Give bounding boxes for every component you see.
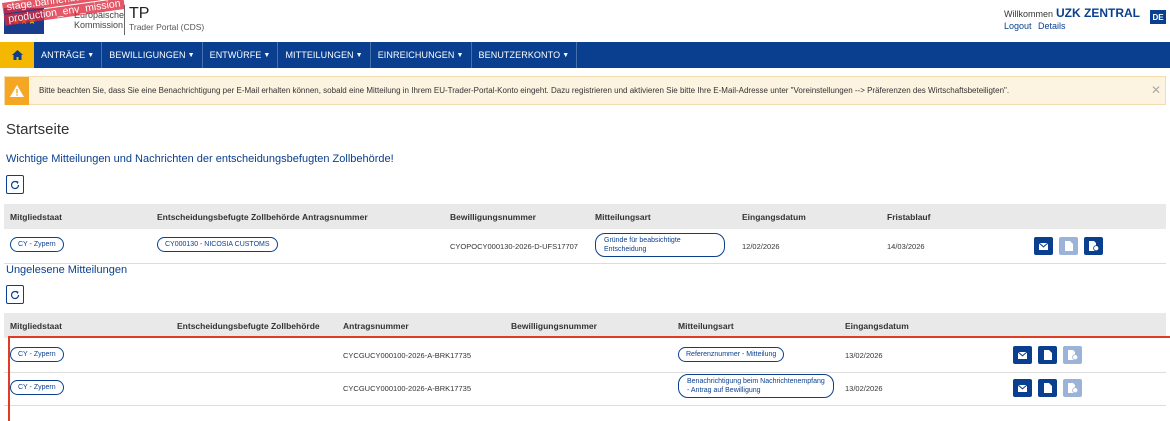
message-type-badge: Benachrichtigung beim Nachrichtenempfang… [678,374,834,398]
view-document-button[interactable] [1038,346,1057,364]
caret-down-icon: ▼ [562,51,570,59]
message-type-badge: Referenznummer - Mitteilung [678,347,785,362]
refresh-button[interactable] [6,175,24,194]
member-state-badge: CY - Zypern [10,347,64,362]
nav-einreichungen[interactable]: EINREICHUNGEN ▼ [371,42,472,68]
app-title: TP Trader Portal (CDS) [124,5,204,35]
warning-icon [5,76,29,105]
nav-antraege[interactable]: ANTRÄGE ▼ [34,42,103,68]
column-header: Bewilligungsnummer [511,321,597,331]
open-message-button[interactable] [1034,237,1053,255]
caret-down-icon: ▼ [187,51,195,59]
nav-label: ENTWÜRFE [209,50,262,60]
member-state-badge: CY - Zypern [10,380,64,395]
close-icon[interactable]: ✕ [1151,83,1161,97]
table-row[interactable]: CY - Zypern CY000130 - NICOSIA CUSTOMS C… [4,229,1166,264]
logout-link[interactable]: Logout [1004,21,1032,31]
email-notification-alert: Bitte beachten Sie, dass Sie eine Benach… [4,76,1166,105]
document-icon [1043,383,1052,393]
column-header: Entscheidungsbefugte Zollbehörde [157,212,300,222]
details-link[interactable]: Details [1038,21,1066,31]
app-subtitle: Trader Portal (CDS) [129,22,205,32]
document-icon [1043,350,1052,360]
language-selector[interactable]: DE [1150,10,1166,24]
unread-messages-title: Ungelesene Mitteilungen [6,264,128,276]
home-icon [11,50,23,60]
nav-label: BENUTZERKONTO [478,50,561,60]
column-header: Mitteilungsart [595,212,651,222]
document-history-button[interactable] [1063,346,1082,364]
refresh-icon [10,290,20,299]
document-clock-icon [1067,383,1078,393]
document-clock-icon [1088,241,1099,251]
member-state-badge: CY - Zypern [10,237,64,252]
welcome-label: Willkommen [1003,9,1053,19]
view-document-button[interactable] [1059,237,1078,255]
nav-label: BEWILLIGUNGEN [109,50,186,60]
top-header: ★★★ Europäische Kommission stage.banner.… [0,0,1170,42]
important-messages-title: Wichtige Mitteilungen und Nachrichten de… [6,153,394,165]
nav-entwuerfe[interactable]: ENTWÜRFE ▼ [203,42,279,68]
column-header: Fristablauf [887,212,931,222]
table-row[interactable]: CY - Zypern CYCGUCY000100-2026-A-BRK1773… [4,371,1166,406]
column-header: Eingangsdatum [742,212,806,222]
caret-down-icon: ▼ [263,51,271,59]
refresh-button[interactable] [6,285,24,304]
view-document-button[interactable] [1038,379,1057,397]
nav-mitteilungen[interactable]: MITTEILUNGEN ▼ [278,42,371,68]
document-clock-icon [1067,350,1078,360]
nav-label: MITTEILUNGEN [285,50,354,60]
received-date: 12/02/2026 [742,242,780,251]
authorisation-number: CYOPOCY000130-2026-D-UFS17707 [450,242,578,251]
app-title-short: TP [129,5,150,22]
received-date: 13/02/2026 [845,351,883,360]
refresh-icon [10,180,20,189]
envelope-icon [1039,242,1048,250]
envelope-icon [1018,351,1027,359]
deadline-date: 14/03/2026 [887,242,925,251]
message-type-badge: Gründe für beabsichtigte Entscheidung [595,233,725,257]
document-history-button[interactable] [1084,237,1103,255]
table-header: Mitgliedstaat Entscheidungsbefugte Zollb… [4,204,1166,229]
column-header: Entscheidungsbefugte Zollbehörde [177,321,320,331]
alert-message: Bitte beachten Sie, dass Sie eine Benach… [39,86,1010,95]
received-date: 13/02/2026 [845,384,883,393]
column-header: Mitgliedstaat [10,212,62,222]
document-icon [1064,241,1073,251]
open-message-button[interactable] [1013,379,1032,397]
caret-down-icon: ▼ [456,51,464,59]
column-header: Eingangsdatum [845,321,909,331]
nav-label: ANTRÄGE [41,50,86,60]
main-nav: ANTRÄGE ▼ BEWILLIGUNGEN ▼ ENTWÜRFE ▼ MITTEI… [0,42,1170,68]
page-title: Startseite [6,121,70,138]
table-row[interactable]: CY - Zypern CYCGUCY000100-2026-A-BRK1773… [4,338,1166,373]
nav-label: EINREICHUNGEN [377,50,455,60]
column-header: Mitgliedstaat [10,321,62,331]
home-button[interactable] [0,42,34,68]
column-header: Antragsnummer [343,321,409,331]
application-number: CYCGUCY000100-2026-A-BRK17735 [343,384,471,393]
user-welcome: Willkommen UZK ZENTRAL Logout Details [1004,6,1140,31]
caret-down-icon: ▼ [87,51,95,59]
column-header: Antragsnummer [302,212,368,222]
column-header: Bewilligungsnummer [450,212,536,222]
nav-benutzerkonto[interactable]: BENUTZERKONTO ▼ [472,42,578,68]
caret-down-icon: ▼ [355,51,363,59]
envelope-icon [1018,384,1027,392]
open-message-button[interactable] [1013,346,1032,364]
nav-bewilligungen[interactable]: BEWILLIGUNGEN ▼ [102,42,203,68]
table-header: Mitgliedstaat Entscheidungsbefugte Zollb… [4,313,1166,338]
user-name: UZK ZENTRAL [1056,6,1140,20]
authority-badge: CY000130 - NICOSIA CUSTOMS [157,237,278,252]
column-header: Mitteilungsart [678,321,734,331]
document-history-button[interactable] [1063,379,1082,397]
application-number: CYCGUCY000100-2026-A-BRK17735 [343,351,471,360]
